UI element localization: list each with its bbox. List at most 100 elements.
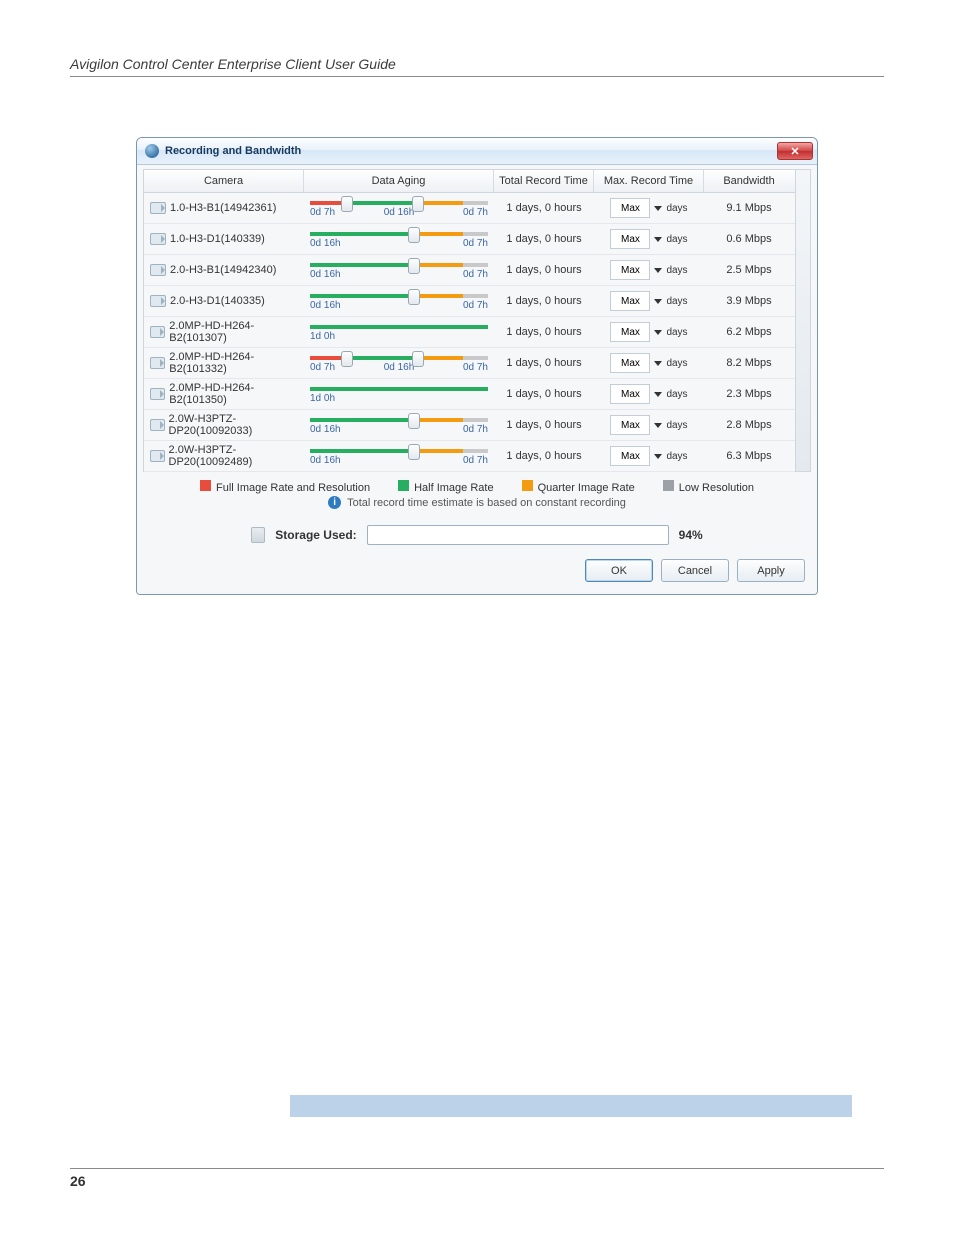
dropdown-icon[interactable]	[654, 359, 662, 367]
camera-cell[interactable]: 2.0-H3-D1(140335)	[144, 295, 304, 307]
camera-cell[interactable]: 2.0W-H3PTZ-DP20(10092489)	[144, 444, 304, 468]
aging-tick-label: 1d 0h	[310, 393, 335, 404]
aging-tick-label: 0d 16h	[310, 269, 341, 280]
camera-cell[interactable]: 2.0MP-HD-H264-B2(101350)	[144, 382, 304, 406]
apply-button[interactable]: Apply	[737, 559, 805, 582]
aging-segment	[310, 449, 413, 453]
bandwidth-value: 0.6 Mbps	[704, 233, 794, 245]
dropdown-icon[interactable]	[654, 328, 662, 336]
aging-tick-label: 0d 7h	[310, 207, 335, 218]
dropdown-icon[interactable]	[654, 390, 662, 398]
aging-slider-track[interactable]	[310, 232, 488, 236]
slider-thumb[interactable]	[341, 351, 353, 367]
table-row: 2.0W-H3PTZ-DP20(10092033)0d 16h0d 7h1 da…	[144, 410, 795, 441]
data-aging-cell[interactable]: 0d 16h0d 7h	[304, 447, 494, 466]
max-record-input[interactable]	[610, 322, 650, 342]
legend-swatch	[522, 480, 533, 491]
aging-slider-track[interactable]	[310, 418, 488, 422]
col-max-record-time[interactable]: Max. Record Time	[594, 170, 704, 192]
col-total-record-time[interactable]: Total Record Time	[494, 170, 594, 192]
storage-percent: 94%	[679, 528, 703, 542]
max-record-unit: days	[666, 265, 687, 276]
max-record-unit: days	[666, 358, 687, 369]
aging-segment	[463, 294, 488, 298]
dropdown-icon[interactable]	[654, 235, 662, 243]
slider-thumb[interactable]	[412, 196, 424, 212]
aging-segment	[310, 263, 413, 267]
bandwidth-value: 2.8 Mbps	[704, 419, 794, 431]
col-bandwidth[interactable]: Bandwidth	[704, 170, 794, 192]
camera-icon	[150, 357, 165, 369]
max-record-input[interactable]	[610, 353, 650, 373]
aging-slider-track[interactable]	[310, 356, 488, 360]
aging-segment	[413, 418, 463, 422]
slider-thumb[interactable]	[412, 351, 424, 367]
slider-thumb[interactable]	[408, 227, 420, 243]
data-aging-cell[interactable]: 0d 16h0d 7h	[304, 416, 494, 435]
slider-thumb[interactable]	[408, 258, 420, 274]
dropdown-icon[interactable]	[654, 266, 662, 274]
max-record-input[interactable]	[610, 198, 650, 218]
max-record-input[interactable]	[610, 229, 650, 249]
data-aging-cell[interactable]: 0d 7h0d 16h0d 7h	[304, 199, 494, 218]
aging-slider-track[interactable]	[310, 263, 488, 267]
ok-button[interactable]: OK	[585, 559, 653, 582]
col-camera[interactable]: Camera	[144, 170, 304, 192]
vertical-scrollbar[interactable]	[796, 169, 811, 472]
aging-tick-label: 0d 16h	[310, 424, 341, 435]
cancel-button[interactable]: Cancel	[661, 559, 729, 582]
max-record-input[interactable]	[610, 291, 650, 311]
camera-cell[interactable]: 2.0W-H3PTZ-DP20(10092033)	[144, 413, 304, 437]
data-aging-cell[interactable]: 1d 0h	[304, 385, 494, 404]
camera-cell[interactable]: 2.0-H3-B1(14942340)	[144, 264, 304, 276]
dialog-titlebar[interactable]: Recording and Bandwidth ✕	[137, 138, 817, 165]
bandwidth-value: 6.2 Mbps	[704, 326, 794, 338]
data-aging-cell[interactable]: 0d 7h0d 16h0d 7h	[304, 354, 494, 373]
camera-icon	[150, 202, 166, 214]
highlight-strip	[290, 1095, 852, 1117]
camera-icon	[150, 264, 166, 276]
slider-thumb[interactable]	[408, 413, 420, 429]
aging-slider-track[interactable]	[310, 325, 488, 329]
dropdown-icon[interactable]	[654, 204, 662, 212]
dropdown-icon[interactable]	[654, 452, 662, 460]
data-aging-cell[interactable]: 0d 16h0d 7h	[304, 292, 494, 311]
aging-tick-labels: 0d 16h0d 7h	[310, 238, 488, 249]
table-row: 2.0MP-HD-H264-B2(101307)1d 0h1 days, 0 h…	[144, 317, 795, 348]
data-aging-cell[interactable]: 0d 16h0d 7h	[304, 230, 494, 249]
dialog-button-row: OK Cancel Apply	[143, 559, 811, 584]
aging-slider-track[interactable]	[310, 387, 488, 391]
max-record-unit: days	[666, 420, 687, 431]
storage-row: Storage Used: 94%	[143, 525, 811, 545]
aging-slider-track[interactable]	[310, 294, 488, 298]
data-aging-cell[interactable]: 0d 16h0d 7h	[304, 261, 494, 280]
close-button[interactable]: ✕	[777, 142, 813, 160]
max-record-input[interactable]	[610, 446, 650, 466]
table-row: 2.0-H3-D1(140335)0d 16h0d 7h1 days, 0 ho…	[144, 286, 795, 317]
max-record-input[interactable]	[610, 384, 650, 404]
camera-cell[interactable]: 2.0MP-HD-H264-B2(101307)	[144, 320, 304, 344]
max-record-cell: days	[594, 291, 704, 311]
table-row: 2.0MP-HD-H264-B2(101332) 0d 7h0d 16h0d 7h…	[144, 348, 795, 379]
data-aging-cell[interactable]: 1d 0h	[304, 323, 494, 342]
camera-cell[interactable]: 1.0-H3-D1(140339)	[144, 233, 304, 245]
col-data-aging[interactable]: Data Aging	[304, 170, 494, 192]
slider-thumb[interactable]	[341, 196, 353, 212]
aging-slider-track[interactable]	[310, 201, 488, 205]
bandwidth-value: 9.1 Mbps	[704, 202, 794, 214]
aging-segment	[463, 356, 488, 360]
max-record-input[interactable]	[610, 415, 650, 435]
slider-thumb[interactable]	[408, 289, 420, 305]
running-header: Avigilon Control Center Enterprise Clien…	[70, 56, 884, 77]
max-record-input[interactable]	[610, 260, 650, 280]
total-record-time: 1 days, 0 hours	[494, 388, 594, 400]
aging-tick-labels: 0d 7h0d 16h0d 7h	[310, 362, 488, 373]
info-note: i Total record time estimate is based on…	[143, 496, 811, 509]
slider-thumb[interactable]	[408, 444, 420, 460]
dropdown-icon[interactable]	[654, 421, 662, 429]
camera-cell[interactable]: 1.0-H3-B1(14942361)	[144, 202, 304, 214]
aging-segment	[310, 387, 488, 391]
dropdown-icon[interactable]	[654, 297, 662, 305]
camera-cell[interactable]: 2.0MP-HD-H264-B2(101332)	[144, 351, 304, 375]
aging-slider-track[interactable]	[310, 449, 488, 453]
